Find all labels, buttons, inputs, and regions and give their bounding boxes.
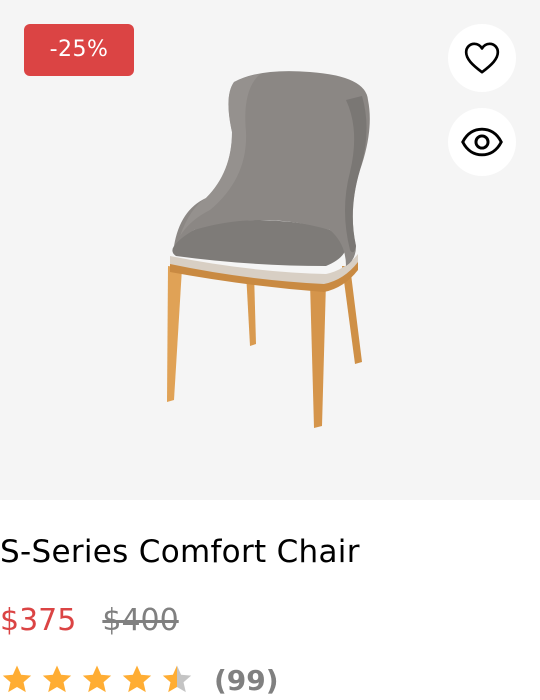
discount-badge: -25% [24, 24, 134, 76]
product-image-area: -25% [0, 0, 540, 500]
star-rating [0, 663, 194, 697]
current-price: $375 [0, 602, 77, 638]
star-filled-icon [42, 665, 72, 693]
star-half-icon [162, 665, 192, 693]
chair-front-leg-right [310, 282, 326, 428]
product-card: -25% S-Series Comfort Chair $375 $400 (9… [0, 0, 540, 700]
original-price: $400 [102, 602, 179, 638]
product-image[interactable] [150, 60, 390, 440]
heart-icon [464, 42, 500, 74]
price-row: $375 $400 [0, 600, 179, 640]
star-filled-icon [122, 665, 152, 693]
chair-front-leg-left [167, 266, 182, 402]
review-count: (99) [214, 663, 279, 697]
product-title[interactable]: S-Series Comfort Chair [0, 534, 360, 570]
wishlist-button[interactable] [448, 24, 516, 92]
eye-icon [461, 127, 503, 157]
star-filled-icon [82, 665, 112, 693]
quick-view-button[interactable] [448, 108, 516, 176]
rating-row: (99) [0, 660, 279, 700]
star-filled-icon [2, 665, 32, 693]
